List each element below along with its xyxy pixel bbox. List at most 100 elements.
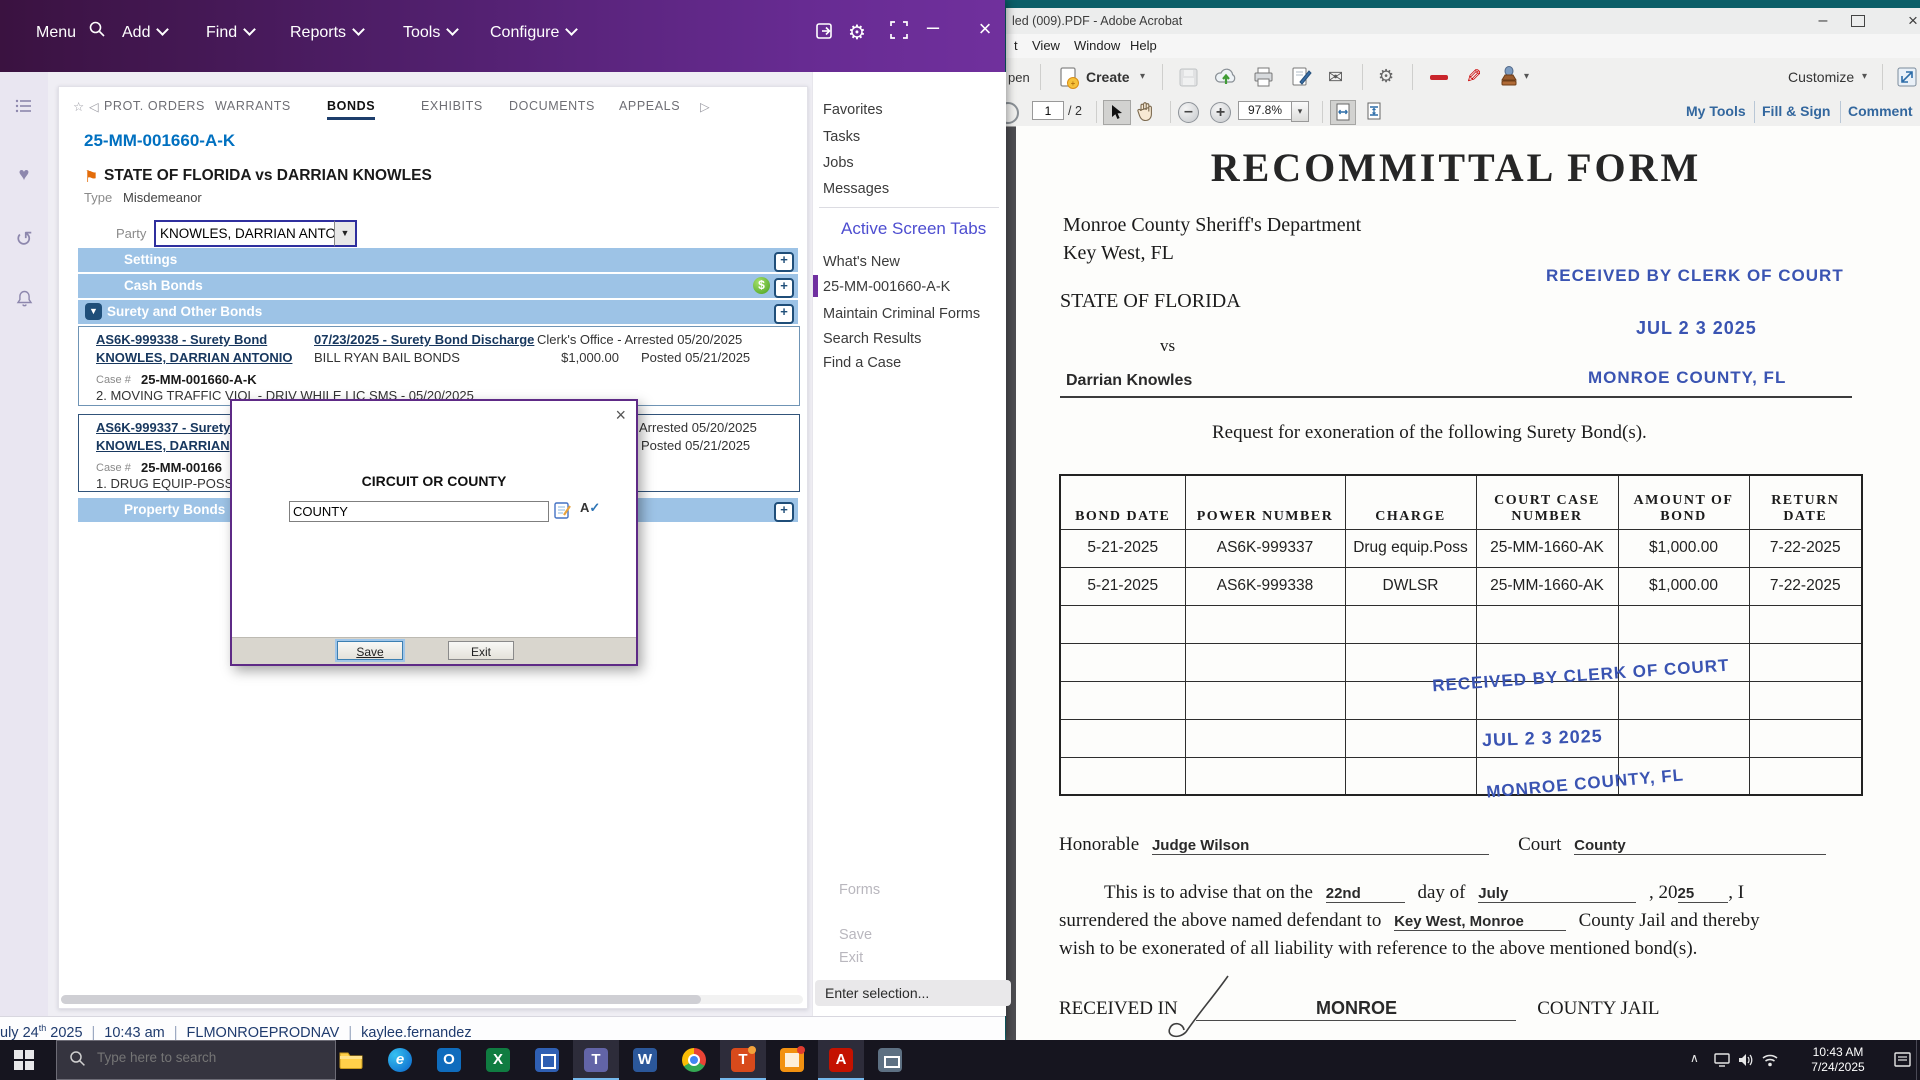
sign-document-icon[interactable] (1290, 66, 1313, 94)
open-in-new-icon[interactable] (812, 20, 838, 46)
print-icon[interactable] (1252, 66, 1275, 93)
sidebar-tab-find-a-case[interactable]: Find a Case (823, 355, 901, 371)
sidebar-item-tasks[interactable]: Tasks (823, 129, 860, 145)
collapse-icon[interactable]: ▼ (85, 303, 102, 320)
menu-reports[interactable]: Reports (290, 24, 363, 42)
cloud-upload-icon[interactable] (1214, 66, 1238, 93)
hand-tool-icon[interactable] (1136, 101, 1155, 127)
taskbar-chrome[interactable] (671, 1040, 717, 1080)
scrollbar-thumb[interactable] (61, 995, 701, 1004)
scroll-tabs-left-icon[interactable]: ◁ (89, 99, 99, 114)
taskbar-excel[interactable]: X (475, 1040, 521, 1080)
favorite-star-icon[interactable]: ☆ (73, 99, 85, 114)
tab-documents[interactable]: DOCUMENTS (509, 99, 595, 113)
bond-row-as6k-999338[interactable]: AS6K-999338 - Surety Bond 07/23/2025 - S… (78, 326, 800, 406)
acrobat-maximize-icon[interactable] (1851, 15, 1865, 27)
horizontal-scrollbar[interactable] (61, 995, 803, 1004)
sidebar-item-messages[interactable]: Messages (823, 181, 889, 197)
tray-monitor-icon[interactable] (1714, 1053, 1730, 1070)
show-desktop-button[interactable] (1916, 1040, 1920, 1080)
comment-link[interactable]: Comment (1848, 103, 1913, 119)
taskbar-app-gray[interactable] (867, 1040, 913, 1080)
menu-view[interactable]: View (1032, 38, 1060, 53)
list-icon[interactable] (0, 98, 48, 119)
my-tools-link[interactable]: My Tools (1686, 103, 1746, 119)
taskbar-edge-browser[interactable]: e (377, 1040, 423, 1080)
taskbar-app-orange[interactable] (769, 1040, 815, 1080)
taskbar-acrobat[interactable]: A (818, 1040, 864, 1080)
taskbar-file-explorer[interactable] (328, 1040, 374, 1080)
menu-edit-partial[interactable]: t (1014, 38, 1018, 53)
menu-help[interactable]: Help (1130, 38, 1157, 53)
expand-property-bonds-button[interactable]: + (774, 502, 794, 522)
gear-icon[interactable]: ⚙ (844, 20, 870, 46)
taskbar-search-box[interactable] (56, 1040, 336, 1080)
zoom-in-icon[interactable]: + (1210, 102, 1231, 123)
sidebar-tab-maintain-criminal-forms[interactable]: Maintain Criminal Forms (823, 306, 980, 322)
menu-window[interactable]: Window (1074, 38, 1120, 53)
sidebar-action-exit[interactable]: Exit (839, 950, 863, 966)
minimize-window-icon[interactable]: – (920, 14, 946, 40)
bond-party-link[interactable]: KNOWLES, DARRIAN ANTONIO (96, 350, 292, 365)
previous-view-icon-partial[interactable] (1006, 102, 1019, 124)
circuit-county-input[interactable] (289, 501, 549, 522)
bond-discharge-link[interactable]: 07/23/2025 - Surety Bond Discharge (314, 332, 534, 347)
open-button-partial[interactable]: pen (1008, 70, 1030, 85)
sidebar-action-forms[interactable]: Forms (839, 882, 880, 898)
menu-button[interactable]: Menu (36, 24, 76, 42)
sidebar-tab-search-results[interactable]: Search Results (823, 331, 921, 347)
tab-bonds[interactable]: BONDS (327, 99, 375, 120)
dialog-save-button[interactable]: Save (337, 641, 403, 660)
bond-party-link[interactable]: KNOWLES, DARRIAN (96, 438, 230, 453)
zoom-dropdown-icon[interactable]: ▾ (1291, 101, 1309, 122)
sidebar-action-save[interactable]: Save (839, 927, 872, 943)
select-tool-button[interactable] (1103, 100, 1131, 125)
section-settings[interactable]: Settings + (78, 248, 798, 272)
dialog-exit-button[interactable]: Exit (448, 641, 514, 660)
start-button[interactable] (14, 1050, 34, 1075)
dialog-close-icon[interactable]: × (615, 405, 626, 426)
expand-cash-bonds-button[interactable]: + (774, 278, 794, 298)
create-dropdown-icon[interactable]: ▾ (1140, 71, 1145, 82)
search-input[interactable] (95, 1049, 319, 1066)
sidebar-item-jobs[interactable]: Jobs (823, 155, 854, 171)
stamp-icon[interactable] (1498, 65, 1520, 93)
highlight-minus-icon[interactable] (1430, 75, 1448, 80)
fullscreen-icon[interactable] (886, 20, 912, 46)
sidebar-tab-case[interactable]: 25-MM-001660-A-K (823, 279, 950, 295)
section-surety-bonds[interactable]: ▼ Surety and Other Bonds + (78, 300, 798, 324)
enter-selection-input[interactable]: Enter selection... (815, 980, 1011, 1006)
menu-configure[interactable]: Configure (490, 24, 576, 42)
edit-note-icon[interactable] (554, 501, 572, 525)
close-window-icon[interactable]: × (972, 16, 998, 42)
customize-button[interactable]: Customize (1788, 69, 1854, 85)
taskbar-word[interactable]: W (622, 1040, 668, 1080)
create-button[interactable]: Create (1086, 69, 1130, 85)
taskbar-app-blue[interactable] (524, 1040, 570, 1080)
favorites-heart-icon[interactable]: ♥ (0, 164, 48, 185)
taskbar-outlook[interactable]: O (426, 1040, 472, 1080)
bond-number-link[interactable]: AS6K-999337 - Surety (96, 420, 230, 435)
fit-width-button[interactable] (1330, 100, 1356, 125)
tab-prot-orders[interactable]: PROT. ORDERS (104, 99, 205, 113)
history-icon[interactable]: ↺ (0, 227, 48, 252)
case-number-link[interactable]: 25-MM-001660-A-K (84, 131, 235, 151)
action-center-icon[interactable] (1894, 1052, 1911, 1071)
zoom-out-icon[interactable]: – (1178, 102, 1199, 123)
email-icon[interactable]: ✉ (1328, 67, 1343, 88)
zoom-level-value[interactable]: 97.8% (1238, 101, 1292, 120)
taskbar-court-app[interactable]: T (720, 1040, 766, 1080)
menu-add[interactable]: Add (122, 24, 167, 42)
expand-surety-bonds-button[interactable]: + (774, 304, 794, 324)
taskbar-clock[interactable]: 10:43 AM 7/24/2025 (1792, 1045, 1884, 1075)
pencil-markup-icon[interactable]: ✎ (1460, 68, 1483, 84)
sidebar-tab-whats-new[interactable]: What's New (823, 254, 900, 270)
fill-and-sign-link[interactable]: Fill & Sign (1762, 103, 1830, 119)
party-select[interactable]: KNOWLES, DARRIAN ANTO (154, 220, 340, 247)
search-icon[interactable] (84, 20, 110, 46)
bond-number-link[interactable]: AS6K-999338 - Surety Bond (96, 332, 267, 347)
volume-icon[interactable] (1738, 1053, 1754, 1070)
customize-dropdown-icon[interactable]: ▾ (1862, 71, 1867, 82)
party-dropdown-button[interactable]: ▼ (334, 220, 357, 247)
save-icon[interactable] (1178, 67, 1199, 93)
